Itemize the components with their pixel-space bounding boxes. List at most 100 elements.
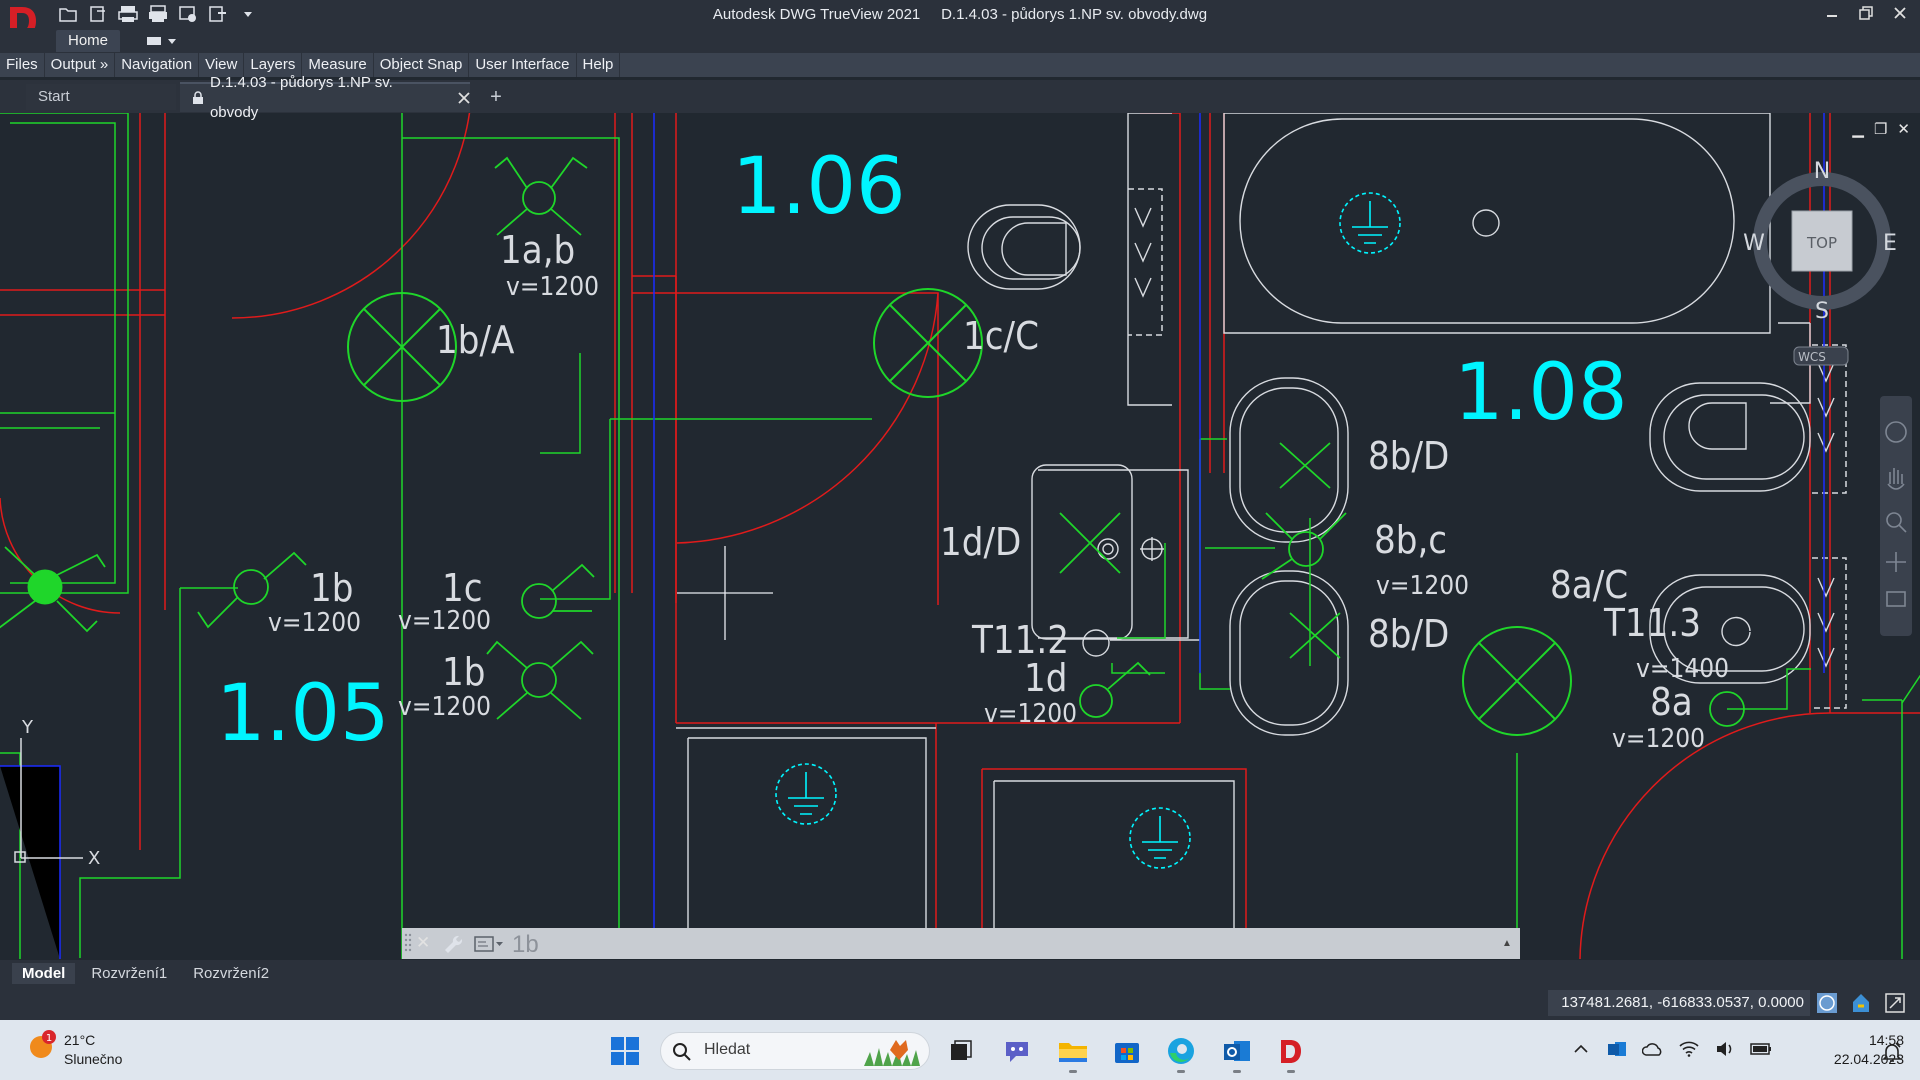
isolate-objects-icon[interactable] — [1814, 990, 1840, 1016]
layout-tab-rozvrzeni2[interactable]: Rozvržení2 — [183, 963, 279, 984]
label-8a-height: v=1200 — [1612, 724, 1705, 754]
command-line-input[interactable] — [510, 931, 1504, 959]
menu-files[interactable]: Files — [0, 53, 45, 77]
label-8bD-top: 8b/D — [1368, 434, 1449, 478]
coordinates-readout[interactable]: 137481.2681, -616833.0537, 0.0000 — [1548, 990, 1810, 1016]
drawing-canvas[interactable]: 1.06 1.05 1.08 1a,b 1b/A 1c/C 1b 1c 1b 1… — [0, 113, 1920, 959]
tray-overflow-chevron-icon[interactable] — [1570, 1038, 1592, 1060]
layout-tab-model[interactable]: Model — [12, 962, 76, 984]
tab-close-icon[interactable] — [458, 92, 470, 104]
status-icons — [1814, 990, 1908, 1016]
weather-description[interactable]: Slunečno — [64, 1051, 122, 1067]
close-icon[interactable] — [1890, 3, 1910, 23]
zoom-icon — [1886, 512, 1902, 528]
edge-browser-icon[interactable] — [1164, 1034, 1198, 1068]
label-1b-mid: 1b — [442, 650, 485, 694]
weather-temperature[interactable]: 21°C — [64, 1032, 95, 1048]
showmotion-icon — [1886, 591, 1906, 607]
ribbon-view-toggle-icon[interactable] — [144, 34, 178, 48]
clean-screen-icon[interactable] — [1882, 990, 1908, 1016]
label-1b-mid-height: v=1200 — [398, 692, 491, 722]
windows-start-icon[interactable] — [610, 1036, 640, 1066]
onedrive-icon[interactable] — [1642, 1038, 1664, 1060]
label-T11-3: T11.3 — [1603, 601, 1701, 645]
weather-badge: 1 — [46, 1033, 52, 1044]
notification-bell-icon[interactable] — [1880, 1040, 1904, 1064]
battery-icon[interactable] — [1750, 1038, 1772, 1060]
task-view-icon[interactable] — [944, 1034, 978, 1068]
command-history-icon[interactable]: ▲ — [1502, 938, 1512, 949]
viewport-controls: ▁ ❐ ✕ — [1852, 120, 1910, 138]
wifi-icon[interactable] — [1678, 1038, 1700, 1060]
layout-tabs: Model Rozvržení1 Rozvržení2 — [0, 960, 1920, 986]
hardware-acceleration-icon[interactable] — [1848, 990, 1874, 1016]
command-line-close-icon[interactable]: ✕ — [416, 933, 430, 953]
label-1bA: 1b/A — [436, 318, 515, 362]
viewcube-top[interactable]: TOP — [1806, 234, 1837, 252]
tab-start[interactable]: Start — [26, 84, 176, 110]
room-number-1-08: 1.08 — [1454, 348, 1628, 438]
label-1d-height: v=1200 — [984, 699, 1077, 729]
room-number-1-05: 1.05 — [216, 669, 390, 759]
viewcube-north[interactable]: N — [1814, 159, 1830, 184]
lock-icon — [193, 91, 203, 104]
system-tray — [1570, 1038, 1772, 1060]
layout-tab-rozvrzeni1[interactable]: Rozvržení1 — [81, 963, 177, 984]
viewport-restore-icon[interactable]: ❐ — [1874, 120, 1887, 138]
ucs-y-label: Y — [21, 717, 34, 738]
command-line-customize-icon[interactable] — [442, 933, 462, 953]
label-8bc-height: v=1200 — [1376, 571, 1469, 601]
menu-help[interactable]: Help — [577, 53, 621, 77]
pan-icon — [1887, 468, 1905, 490]
label-1b-left-height: v=1200 — [268, 608, 361, 638]
label-1c: 1c — [442, 566, 483, 610]
window-controls — [1822, 3, 1910, 23]
viewcube-west[interactable]: W — [1743, 231, 1765, 256]
room-number-1-06: 1.06 — [732, 142, 906, 232]
label-1c-height: v=1200 — [398, 606, 491, 636]
steering-wheel-icon — [1885, 421, 1907, 443]
ribbon-tab-home[interactable]: Home — [56, 30, 120, 52]
command-line-grip-icon[interactable] — [404, 932, 412, 954]
new-tab-button[interactable]: + — [484, 86, 508, 108]
dwg-trueview-taskbar-icon[interactable] — [1274, 1034, 1308, 1068]
label-8a: 8a — [1650, 680, 1693, 724]
label-1d: 1d — [1024, 656, 1067, 700]
label-T11-3-height: v=1400 — [1636, 654, 1729, 684]
menu-output[interactable]: Output » — [45, 53, 116, 77]
viewport-minimize-icon[interactable]: ▁ — [1852, 120, 1864, 138]
ribbon-row — [0, 28, 1920, 53]
tray-outlook-icon[interactable] — [1606, 1038, 1628, 1060]
label-1cC: 1c/C — [963, 314, 1039, 358]
restore-icon[interactable] — [1856, 3, 1876, 23]
viewcube-south[interactable]: S — [1815, 299, 1829, 324]
label-8bD-bottom: 8b/D — [1368, 612, 1449, 656]
navigation-bar — [1880, 396, 1912, 636]
command-line-prompt-icon[interactable] — [474, 934, 504, 954]
label-1ab-height: v=1200 — [506, 272, 599, 302]
file-explorer-icon[interactable] — [1056, 1034, 1090, 1068]
viewport-close-icon[interactable]: ✕ — [1897, 120, 1910, 138]
menu-navigation[interactable]: Navigation — [115, 53, 200, 77]
outlook-icon[interactable] — [1220, 1034, 1254, 1068]
ucs-x-label: X — [88, 848, 100, 869]
label-1ab: 1a,b — [500, 228, 575, 272]
search-highlight-fox-icon — [864, 1040, 920, 1066]
label-1dD: 1d/D — [940, 520, 1021, 564]
viewcube[interactable]: TOP N S E W WCS — [1743, 159, 1897, 366]
weather-sun-icon[interactable]: 1 — [26, 1030, 56, 1060]
label-1b-left: 1b — [310, 566, 353, 610]
tab-active-drawing[interactable]: D.1.4.03 - půdorys 1.NP sv. obvody — [180, 74, 470, 121]
teams-chat-icon[interactable] — [1000, 1034, 1034, 1068]
volume-icon[interactable] — [1714, 1038, 1736, 1060]
label-8bc: 8b,c — [1374, 518, 1447, 562]
search-icon — [673, 1043, 691, 1061]
viewcube-east[interactable]: E — [1883, 231, 1897, 256]
menu-user-interface[interactable]: User Interface — [469, 53, 577, 77]
minimize-icon[interactable] — [1822, 3, 1842, 23]
orbit-icon — [1886, 552, 1906, 572]
search-placeholder: Hledat — [704, 1041, 751, 1058]
window-title: Autodesk DWG TrueView 2021 D.1.4.03 - pů… — [712, 6, 1208, 23]
wcs-menu[interactable]: WCS — [1798, 350, 1826, 364]
microsoft-store-icon[interactable] — [1110, 1034, 1144, 1068]
